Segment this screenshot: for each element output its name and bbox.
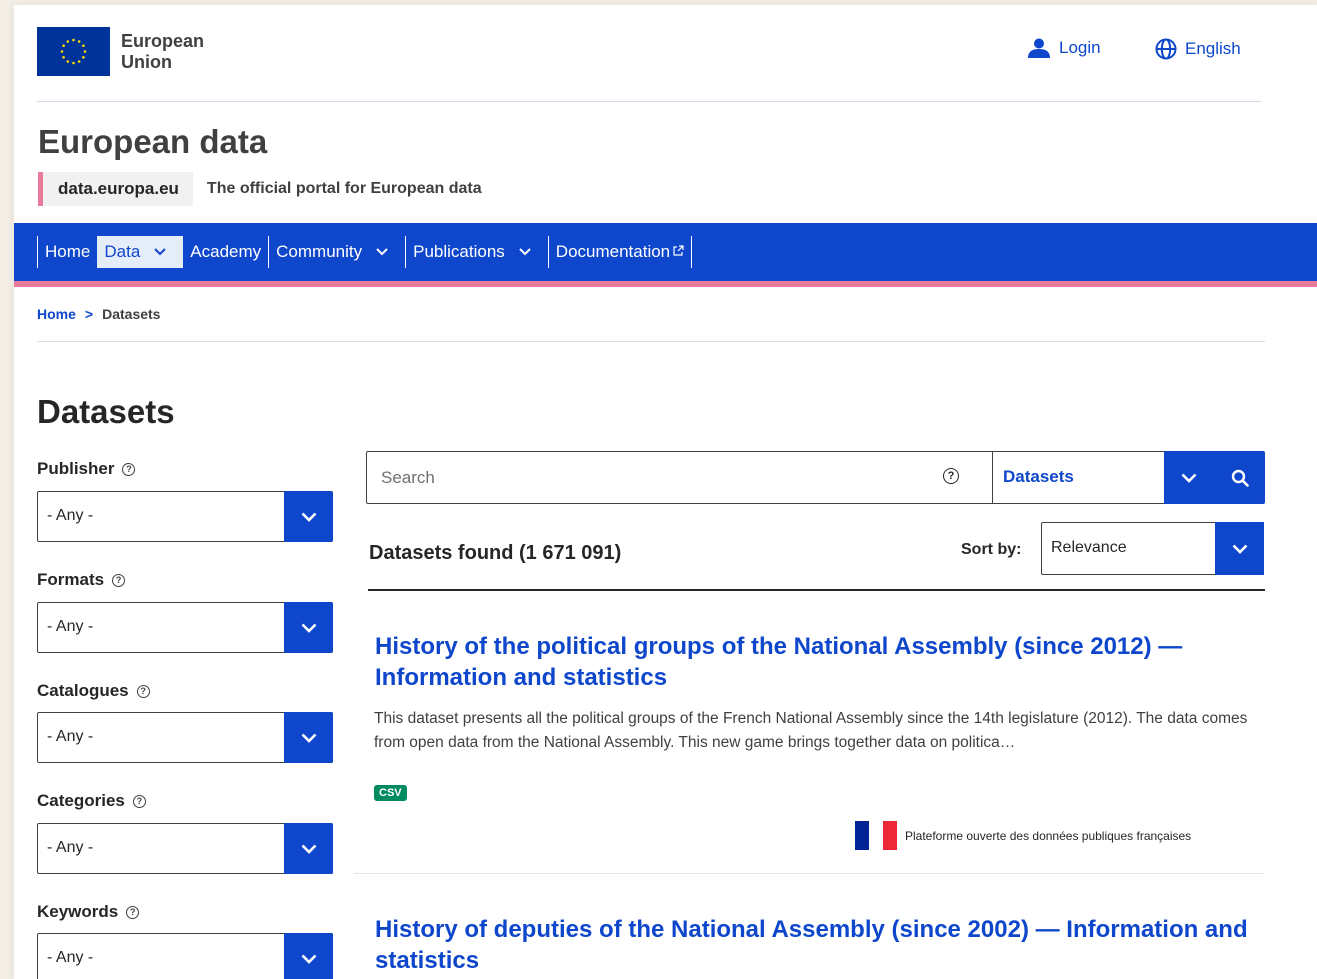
publisher-select[interactable]: - Any - [37, 491, 333, 542]
filter-label-formats: Formats ? [37, 570, 126, 590]
login-link[interactable]: Login [1027, 38, 1101, 58]
header-divider [37, 101, 1261, 102]
sort-select[interactable]: Relevance [1041, 522, 1264, 575]
org-name-line1: European [121, 31, 205, 51]
main-navigation: Home Data Academy Community Publications [14, 223, 1317, 287]
nav-item-label: Academy [190, 242, 262, 261]
page: European Union Login English European da… [14, 5, 1317, 979]
nav-item-home[interactable]: Home [37, 236, 97, 268]
categories-select[interactable]: - Any - [37, 823, 333, 874]
keywords-select[interactable]: - Any - [37, 933, 333, 979]
search-bar: ? Datasets [366, 451, 1265, 504]
result-title-link[interactable]: History of deputies of the National Asse… [375, 914, 1255, 976]
site-identity: data.europa.eu The official portal for E… [38, 172, 482, 206]
sort-value: Relevance [1051, 539, 1127, 556]
select-value: - Any - [47, 507, 94, 524]
select-value: - Any - [47, 949, 94, 966]
chevron-down-icon [1181, 473, 1197, 483]
nav-item-label: Data [104, 242, 141, 261]
filter-label-text: Keywords [37, 902, 119, 921]
help-circle-icon[interactable]: ? [943, 468, 959, 484]
help-icon[interactable]: ? [132, 794, 146, 808]
user-icon [1028, 38, 1050, 58]
site-domain: data.europa.eu [38, 172, 193, 206]
help-icon[interactable]: ? [112, 573, 126, 587]
filter-label-categories: Categories ? [37, 791, 146, 811]
help-icon[interactable]: ? [136, 684, 150, 698]
org-name-line2: Union [121, 52, 172, 72]
filter-label-text: Publisher [37, 459, 115, 478]
login-label: Login [1059, 38, 1101, 57]
globe-icon [1155, 38, 1177, 60]
breadcrumb-separator: > [84, 306, 94, 322]
filter-label-publisher: Publisher ? [37, 459, 136, 479]
chevron-down-icon[interactable] [284, 491, 333, 542]
breadcrumb: Home > Datasets [37, 306, 160, 322]
results-divider [368, 589, 1265, 591]
breadcrumb-current: Datasets [102, 306, 161, 322]
results-count: Datasets found (1 671 091) [369, 542, 622, 564]
nav-end-divider [691, 236, 693, 268]
filter-label-catalogues: Catalogues ? [37, 681, 150, 701]
result-publisher: Plateforme ouverte des données publiques… [855, 821, 1191, 850]
select-value: - Any - [47, 618, 94, 635]
eu-flag-logo[interactable] [37, 27, 110, 76]
chevron-down-icon[interactable] [284, 712, 333, 763]
filter-label-text: Catalogues [37, 681, 129, 700]
scope-dropdown-button[interactable] [1164, 451, 1214, 504]
breadcrumb-divider [37, 341, 1265, 342]
chevron-down-icon [376, 248, 388, 256]
formats-select[interactable]: - Any - [37, 602, 333, 653]
nav-item-label: Home [45, 242, 91, 261]
catalogues-select[interactable]: - Any - [37, 712, 333, 763]
filter-label-keywords: Keywords ? [37, 902, 140, 922]
format-badge-csv[interactable]: CSV [374, 785, 407, 801]
org-name: European Union [121, 31, 204, 73]
search-input[interactable] [367, 452, 929, 503]
site-header: European Union Login English [14, 5, 1317, 102]
nav-item-label: Documentation [555, 242, 671, 261]
france-flag-icon [855, 821, 899, 850]
result-description: This dataset presents all the political … [374, 710, 1248, 751]
nav-item-community[interactable]: Community [268, 236, 405, 268]
nav-item-documentation[interactable]: Documentation [547, 236, 691, 268]
chevron-down-icon [519, 248, 531, 256]
select-value: - Any - [47, 839, 94, 856]
nav-item-label: Publications [413, 242, 505, 261]
nav-item-data[interactable]: Data [97, 236, 184, 268]
chevron-down-icon[interactable] [284, 933, 333, 979]
publisher-name: Plateforme ouverte des données publiques… [905, 828, 1192, 843]
nav-item-publications[interactable]: Publications [405, 236, 548, 268]
chevron-down-icon [154, 248, 166, 256]
site-title: European data [38, 123, 268, 160]
language-selector[interactable]: English [1155, 38, 1241, 60]
filter-label-text: Categories [37, 791, 125, 810]
chevron-down-icon[interactable] [284, 823, 333, 874]
search-button[interactable] [1214, 451, 1265, 504]
nav-items: Home Data Academy Community Publications [37, 236, 693, 268]
search-icon [1231, 469, 1249, 487]
sort-label: Sort by: [961, 541, 1022, 558]
search-scope-select[interactable]: Datasets [992, 451, 1165, 504]
filter-label-text: Formats [37, 570, 105, 589]
external-link-icon [673, 245, 684, 259]
chevron-down-icon[interactable] [284, 602, 333, 653]
language-label: English [1185, 39, 1241, 58]
breadcrumb-home[interactable]: Home [37, 306, 76, 322]
result-title-link[interactable]: History of the political groups of the N… [375, 631, 1255, 693]
nav-item-label: Community [276, 242, 363, 261]
result-divider [354, 873, 1264, 874]
page-title: Datasets [37, 393, 175, 430]
help-icon[interactable]: ? [122, 462, 136, 476]
help-icon[interactable]: ? [126, 905, 140, 919]
chevron-down-icon[interactable] [1215, 522, 1264, 575]
select-value: - Any - [47, 728, 94, 745]
site-tagline: The official portal for European data [206, 180, 482, 197]
nav-item-academy[interactable]: Academy [183, 236, 268, 268]
